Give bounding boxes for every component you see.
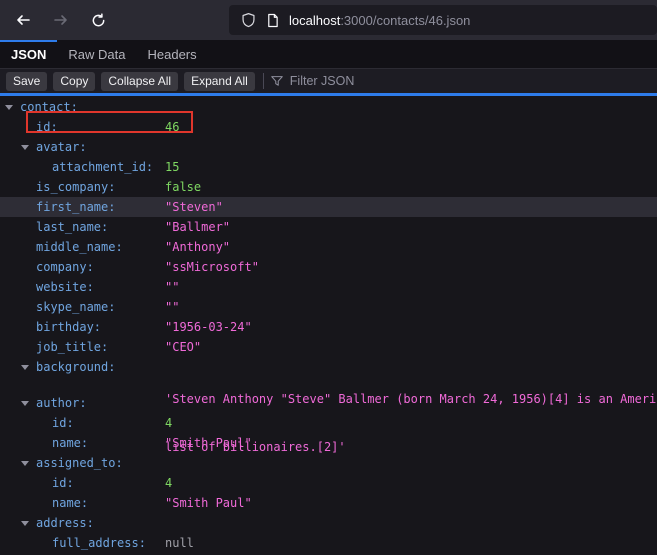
json-key: author: [36,396,87,410]
json-key: id: [36,120,58,134]
json-value: 4 [165,473,172,493]
json-key: id: [52,416,74,430]
json-key: is_company: [36,180,115,194]
page-icon [266,13,279,28]
json-value: null [165,533,194,553]
json-key: assigned_to: [36,456,123,470]
chevron-down-icon[interactable] [5,105,13,110]
json-key: company: [36,260,94,274]
row-website[interactable]: website: "" [0,277,657,297]
filter-json-field [270,74,657,88]
json-value: 4 [165,413,172,433]
json-value: "Smith Paul" [165,433,252,453]
row-assigned-to-name[interactable]: name: "Smith Paul" [0,493,657,513]
json-key: avatar: [36,140,87,154]
json-key: last_name: [36,220,108,234]
chevron-down-icon[interactable] [21,521,29,526]
row-author-name[interactable]: name: "Smith Paul" [0,433,657,453]
back-icon[interactable] [8,5,38,35]
url-host: localhost [289,13,340,28]
reload-icon[interactable] [83,5,113,35]
chevron-down-icon[interactable] [21,461,29,466]
toolbar-separator [263,73,264,89]
json-key: name: [52,496,88,510]
json-value: false [165,177,201,197]
row-is-company[interactable]: is_company: false [0,177,657,197]
row-attachment-id[interactable]: attachment_id: 15 [0,157,657,177]
filter-json-input[interactable] [290,74,657,88]
json-value: 15 [165,157,179,177]
tab-json[interactable]: JSON [0,40,57,68]
expand-all-button[interactable]: Expand All [184,72,255,91]
json-key: birthday: [36,320,101,334]
url-path: :3000/contacts/46.json [340,13,470,28]
json-value: "" [165,297,179,317]
json-value: "Anthony" [165,237,230,257]
json-viewer-tabstrip: JSON Raw Data Headers [0,40,657,69]
row-job-title[interactable]: job_title: "CEO" [0,337,657,357]
row-author[interactable]: author: [0,393,657,413]
funnel-icon [270,74,284,88]
tab-headers[interactable]: Headers [136,40,207,68]
row-contact[interactable]: contact: [0,97,657,117]
tab-raw-data[interactable]: Raw Data [57,40,136,68]
row-id[interactable]: id: 46 [0,117,657,137]
chevron-down-icon[interactable] [21,401,29,406]
json-key: full_address: [52,536,146,550]
json-value: "CEO" [165,337,201,357]
json-value: "ssMicrosoft" [165,257,259,277]
json-value: 46 [165,117,179,137]
json-key: middle_name: [36,240,123,254]
row-assigned-to[interactable]: assigned_to: [0,453,657,473]
collapse-all-button[interactable]: Collapse All [101,72,178,91]
shield-icon[interactable] [241,12,256,28]
json-toolbar: Save Copy Collapse All Expand All [0,69,657,93]
json-key: first_name: [36,200,115,214]
row-company[interactable]: company: "ssMicrosoft" [0,257,657,277]
copy-button[interactable]: Copy [53,72,95,91]
row-skype-name[interactable]: skype_name: "" [0,297,657,317]
json-key: address: [36,516,94,530]
json-key: attachment_id: [52,160,153,174]
url-bar[interactable]: localhost:3000/contacts/46.json [229,5,657,35]
json-key: job_title: [36,340,108,354]
save-button[interactable]: Save [6,72,47,91]
row-middle-name[interactable]: middle_name: "Anthony" [0,237,657,257]
url-text: localhost:3000/contacts/46.json [289,13,470,28]
row-author-id[interactable]: id: 4 [0,413,657,433]
row-assigned-to-id[interactable]: id: 4 [0,473,657,493]
json-value: "1956-03-24" [165,317,252,337]
json-key: id: [52,476,74,490]
forward-icon[interactable] [46,5,76,35]
row-birthday[interactable]: birthday: "1956-03-24" [0,317,657,337]
row-background[interactable]: background: 'Steven Anthony "Steve" Ball… [0,357,657,393]
json-key: background: [36,360,115,374]
chevron-down-icon[interactable] [21,365,29,370]
row-address[interactable]: address: [0,513,657,533]
json-value: "" [165,277,179,297]
json-key: website: [36,280,94,294]
json-value: "Smith Paul" [165,493,252,513]
row-avatar[interactable]: avatar: [0,137,657,157]
row-full-address[interactable]: full_address: null [0,533,657,553]
browser-toolbar: localhost:3000/contacts/46.json [0,0,657,40]
row-first-name[interactable]: first_name: "Steven" [0,197,657,217]
json-tree: contact: id: 46 avatar: attachment_id: 1… [0,96,657,555]
json-value: "Ballmer" [165,217,230,237]
row-last-name[interactable]: last_name: "Ballmer" [0,217,657,237]
json-key: contact: [20,100,78,114]
chevron-down-icon[interactable] [21,145,29,150]
json-key: name: [52,436,88,450]
json-key: skype_name: [36,300,115,314]
json-value: "Steven" [165,197,223,217]
